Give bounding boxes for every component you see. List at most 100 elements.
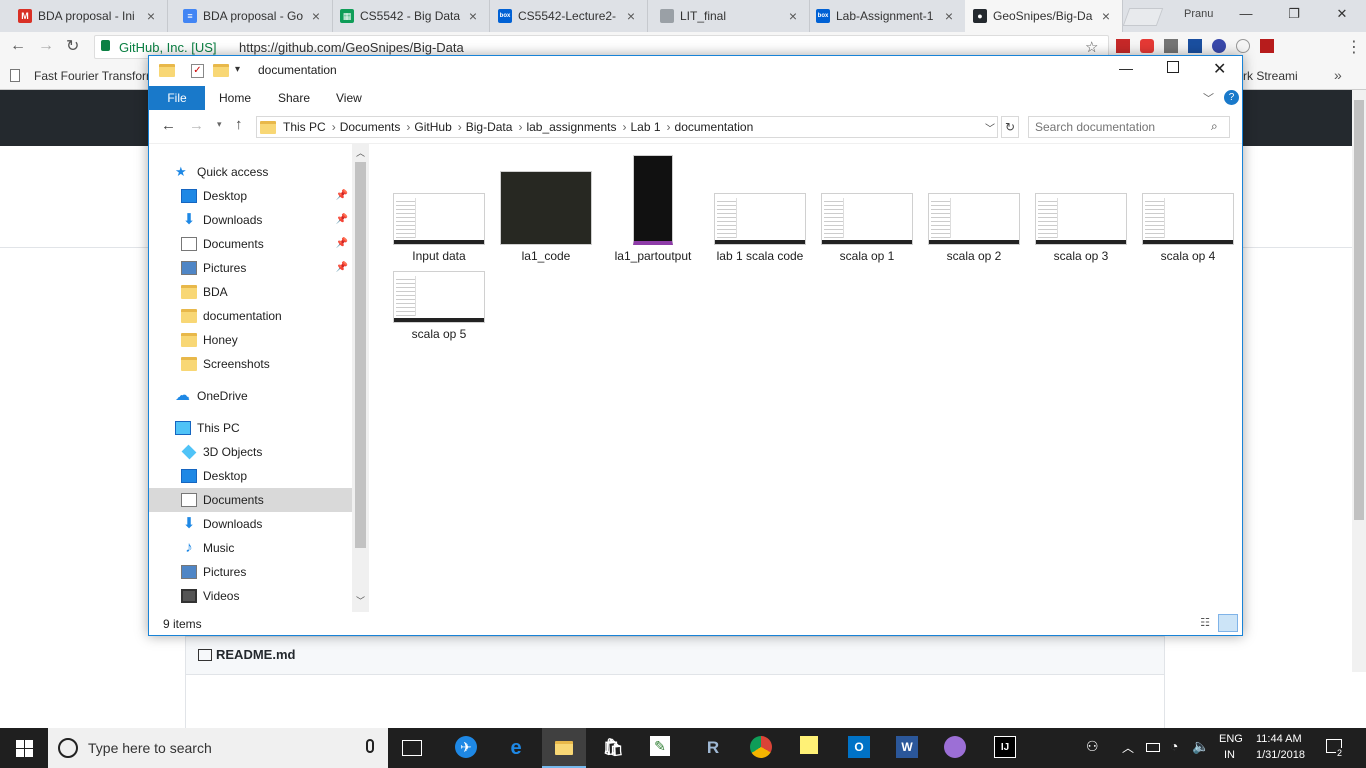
maximize-icon[interactable]: ❐ [1284,6,1304,24]
file-name[interactable]: scala op 2 [921,249,1027,263]
up-icon[interactable]: ↑ [235,116,243,133]
details-view-icon[interactable]: ☷ [1197,616,1213,630]
file-explorer-taskbar-button[interactable] [542,728,586,768]
breadcrumb-item[interactable]: Big-Data [462,120,519,134]
nav-item-onedrive[interactable]: ☁ OneDrive [149,384,352,408]
search-icon[interactable]: ⌕ [1211,119,1218,134]
nav-item-bda[interactable]: BDA [149,280,352,304]
close-icon[interactable]: ✕ [1213,59,1226,79]
minimize-icon[interactable]: — [1236,6,1256,24]
browser-tab[interactable]: ▦ CS5542 - Big Data × [332,0,490,32]
store-icon[interactable]: 🛍 [600,736,626,760]
address-dropdown-icon[interactable]: ﹀ [985,120,995,135]
extension-icon[interactable] [1236,39,1250,53]
tab-close-icon[interactable]: × [465,8,481,24]
tab-view[interactable]: View [336,91,362,105]
chrome-icon[interactable] [750,736,772,758]
scroll-up-icon[interactable]: ︿ [356,146,365,159]
clock-date[interactable]: 1/31/2018 [1256,749,1305,761]
file-thumbnail[interactable] [1035,193,1127,245]
browser-tab[interactable]: ● GeoSnipes/Big-Da × [965,0,1123,32]
extension-icon[interactable] [1260,39,1274,53]
tab-home[interactable]: Home [219,91,251,105]
reload-icon[interactable]: ↻ [66,36,79,56]
language-indicator-region[interactable]: IN [1224,749,1235,761]
back-icon[interactable]: ← [10,37,26,55]
nav-scrollbar-thumb[interactable] [355,162,366,548]
file-thumbnail[interactable] [393,271,485,323]
nav-item-pictures[interactable]: Pictures [149,560,352,584]
pin-icon[interactable]: 📌 [336,262,348,273]
app-icon[interactable] [944,736,966,758]
microphone-icon[interactable] [366,739,374,753]
sticky-notes-icon[interactable] [800,736,818,754]
browser-tab[interactable]: box Lab-Assignment-1 × [808,0,966,32]
outlook-icon[interactable]: O [848,736,870,758]
breadcrumb-item[interactable]: documentation [671,120,760,134]
tab-share[interactable]: Share [278,91,310,105]
profile-name[interactable]: Pranu [1184,8,1213,20]
new-tab-button[interactable] [1122,8,1164,26]
scroll-down-icon[interactable]: ﹀ [356,594,365,607]
new-folder-icon[interactable] [213,64,229,77]
refresh-icon[interactable]: ↻ [1001,116,1019,138]
volume-icon[interactable]: 🔈 [1192,738,1209,755]
url-text[interactable]: https://github.com/GeoSnipes/Big-Data [239,40,464,55]
back-icon[interactable]: ← [161,117,176,134]
readme-title[interactable]: README.md [216,647,295,662]
tab-close-icon[interactable]: × [623,8,639,24]
breadcrumb-item[interactable]: This PC [279,120,332,134]
minimize-icon[interactable]: — [1119,60,1133,76]
extension-icon[interactable] [1212,39,1226,53]
nav-item-documents[interactable]: Documents 📌 [149,232,352,256]
extension-icon[interactable] [1140,39,1154,53]
people-icon[interactable]: ⚇ [1086,738,1099,755]
tray-expand-icon[interactable]: ︿ [1122,739,1134,756]
nav-item-desktop[interactable]: Desktop [149,464,352,488]
nav-item-honey[interactable]: Honey [149,328,352,352]
battery-icon[interactable] [1146,743,1160,752]
file-name[interactable]: lab 1 scala code [707,249,813,263]
file-thumbnail[interactable] [928,193,1020,245]
browser-tab[interactable]: ≡ BDA proposal - Go × [175,0,333,32]
task-view-icon[interactable] [402,740,422,756]
tab-file[interactable]: File [149,86,205,110]
file-name[interactable]: Input data [386,249,492,263]
nav-item-3d-objects[interactable]: 3D Objects [149,440,352,464]
address-path[interactable]: This PC › Documents › GitHub › Big-Data › lab_as… [256,116,998,138]
page-scrollbar[interactable] [1352,90,1366,672]
nav-item-documentation[interactable]: documentation [149,304,352,328]
nav-item-quick-access[interactable]: ★ Quick access [149,160,352,184]
file-thumbnail[interactable] [500,171,592,245]
bookmark-item[interactable]: Fast Fourier Transforr [34,69,150,83]
tab-close-icon[interactable]: × [1098,8,1114,24]
file-name[interactable]: scala op 1 [814,249,920,263]
breadcrumb-item[interactable]: lab_assignments [522,120,622,134]
nav-item-documents[interactable]: Documents [149,488,352,512]
bookmark-star-icon[interactable]: ☆ [1085,38,1098,56]
extension-icon[interactable] [1116,39,1130,53]
maximize-icon[interactable] [1167,61,1179,73]
page-scrollbar-thumb[interactable] [1354,100,1364,520]
browser-tab[interactable]: box CS5542-Lecture2- × [490,0,648,32]
properties-icon[interactable]: ✓ [191,64,204,78]
clock-time[interactable]: 11:44 AM [1256,733,1302,745]
taskbar-search-text[interactable]: Type here to search [88,740,212,756]
tab-close-icon[interactable]: × [308,8,324,24]
pin-icon[interactable]: 📌 [336,238,348,249]
tab-close-icon[interactable]: × [143,8,159,24]
intellij-icon[interactable]: IJ [994,736,1016,758]
file-name[interactable]: la1_partoutput [600,249,706,263]
search-box[interactable]: ⌕ [1028,116,1230,138]
bookmarks-overflow-icon[interactable]: » [1334,67,1342,83]
word-icon[interactable]: W [896,736,918,758]
wifi-icon[interactable]: ◔ [1170,738,1178,754]
recent-locations-icon[interactable]: ▾ [217,119,222,130]
forward-icon[interactable]: → [38,37,54,55]
large-icons-view-icon[interactable] [1218,614,1238,632]
nav-scrollbar[interactable]: ︿ ﹀ [352,144,369,612]
breadcrumb-item[interactable]: GitHub [410,120,457,134]
search-input[interactable] [1035,119,1205,135]
tab-close-icon[interactable]: × [941,8,957,24]
forward-icon[interactable]: → [189,117,204,134]
